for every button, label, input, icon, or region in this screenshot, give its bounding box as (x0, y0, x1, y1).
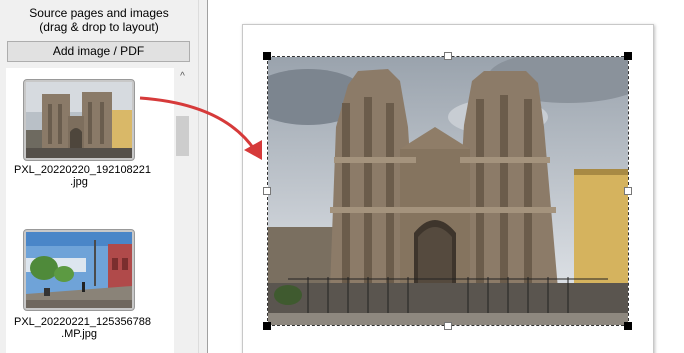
street-thumbnail-image (26, 232, 132, 308)
source-thumbnail-list[interactable]: PXL_20220220_192108221 .jpg PXL_20220221… (6, 68, 174, 353)
resize-handle-right[interactable] (624, 187, 632, 195)
thumbnail-filename-2: PXL_20220221_125356788 (14, 316, 152, 328)
thumbnail-scrollbar[interactable]: ^ (174, 68, 191, 353)
resize-handle-top-right[interactable] (624, 52, 632, 60)
thumbnail-caption-1: PXL_20220220_192108221 .jpg (14, 164, 152, 188)
add-image-pdf-button[interactable]: Add image / PDF (7, 41, 190, 62)
panel-splitter[interactable] (198, 0, 208, 353)
resize-handle-bottom-right[interactable] (624, 322, 632, 330)
church-thumbnail-image (26, 82, 132, 158)
thumbnail-card-2[interactable] (23, 229, 135, 311)
source-panel-heading: Source pages and images (drag & drop to … (0, 6, 198, 34)
chevron-up-icon[interactable]: ^ (174, 70, 191, 84)
thumbnail-filename-1: PXL_20220220_192108221 (14, 164, 152, 176)
resize-handle-top[interactable] (444, 52, 452, 60)
thumbnail-card-1[interactable] (23, 79, 135, 161)
thumbnail-caption-2: PXL_20220221_125356788 .MP.jpg (14, 316, 152, 340)
resize-handle-bottom[interactable] (444, 322, 452, 330)
source-panel-heading-line1: Source pages and images (29, 6, 169, 20)
scrollbar-thumb[interactable] (176, 116, 189, 156)
resize-handle-top-left[interactable] (263, 52, 271, 60)
image-selection-frame[interactable] (267, 56, 629, 326)
source-panel-heading-line2: (drag & drop to layout) (39, 20, 159, 34)
thumbnail-extension-1: .jpg (70, 176, 88, 188)
source-panel: Source pages and images (drag & drop to … (0, 0, 198, 353)
resize-handle-bottom-left[interactable] (263, 322, 271, 330)
resize-handle-left[interactable] (263, 187, 271, 195)
thumbnail-extension-2: .MP.jpg (61, 328, 97, 340)
